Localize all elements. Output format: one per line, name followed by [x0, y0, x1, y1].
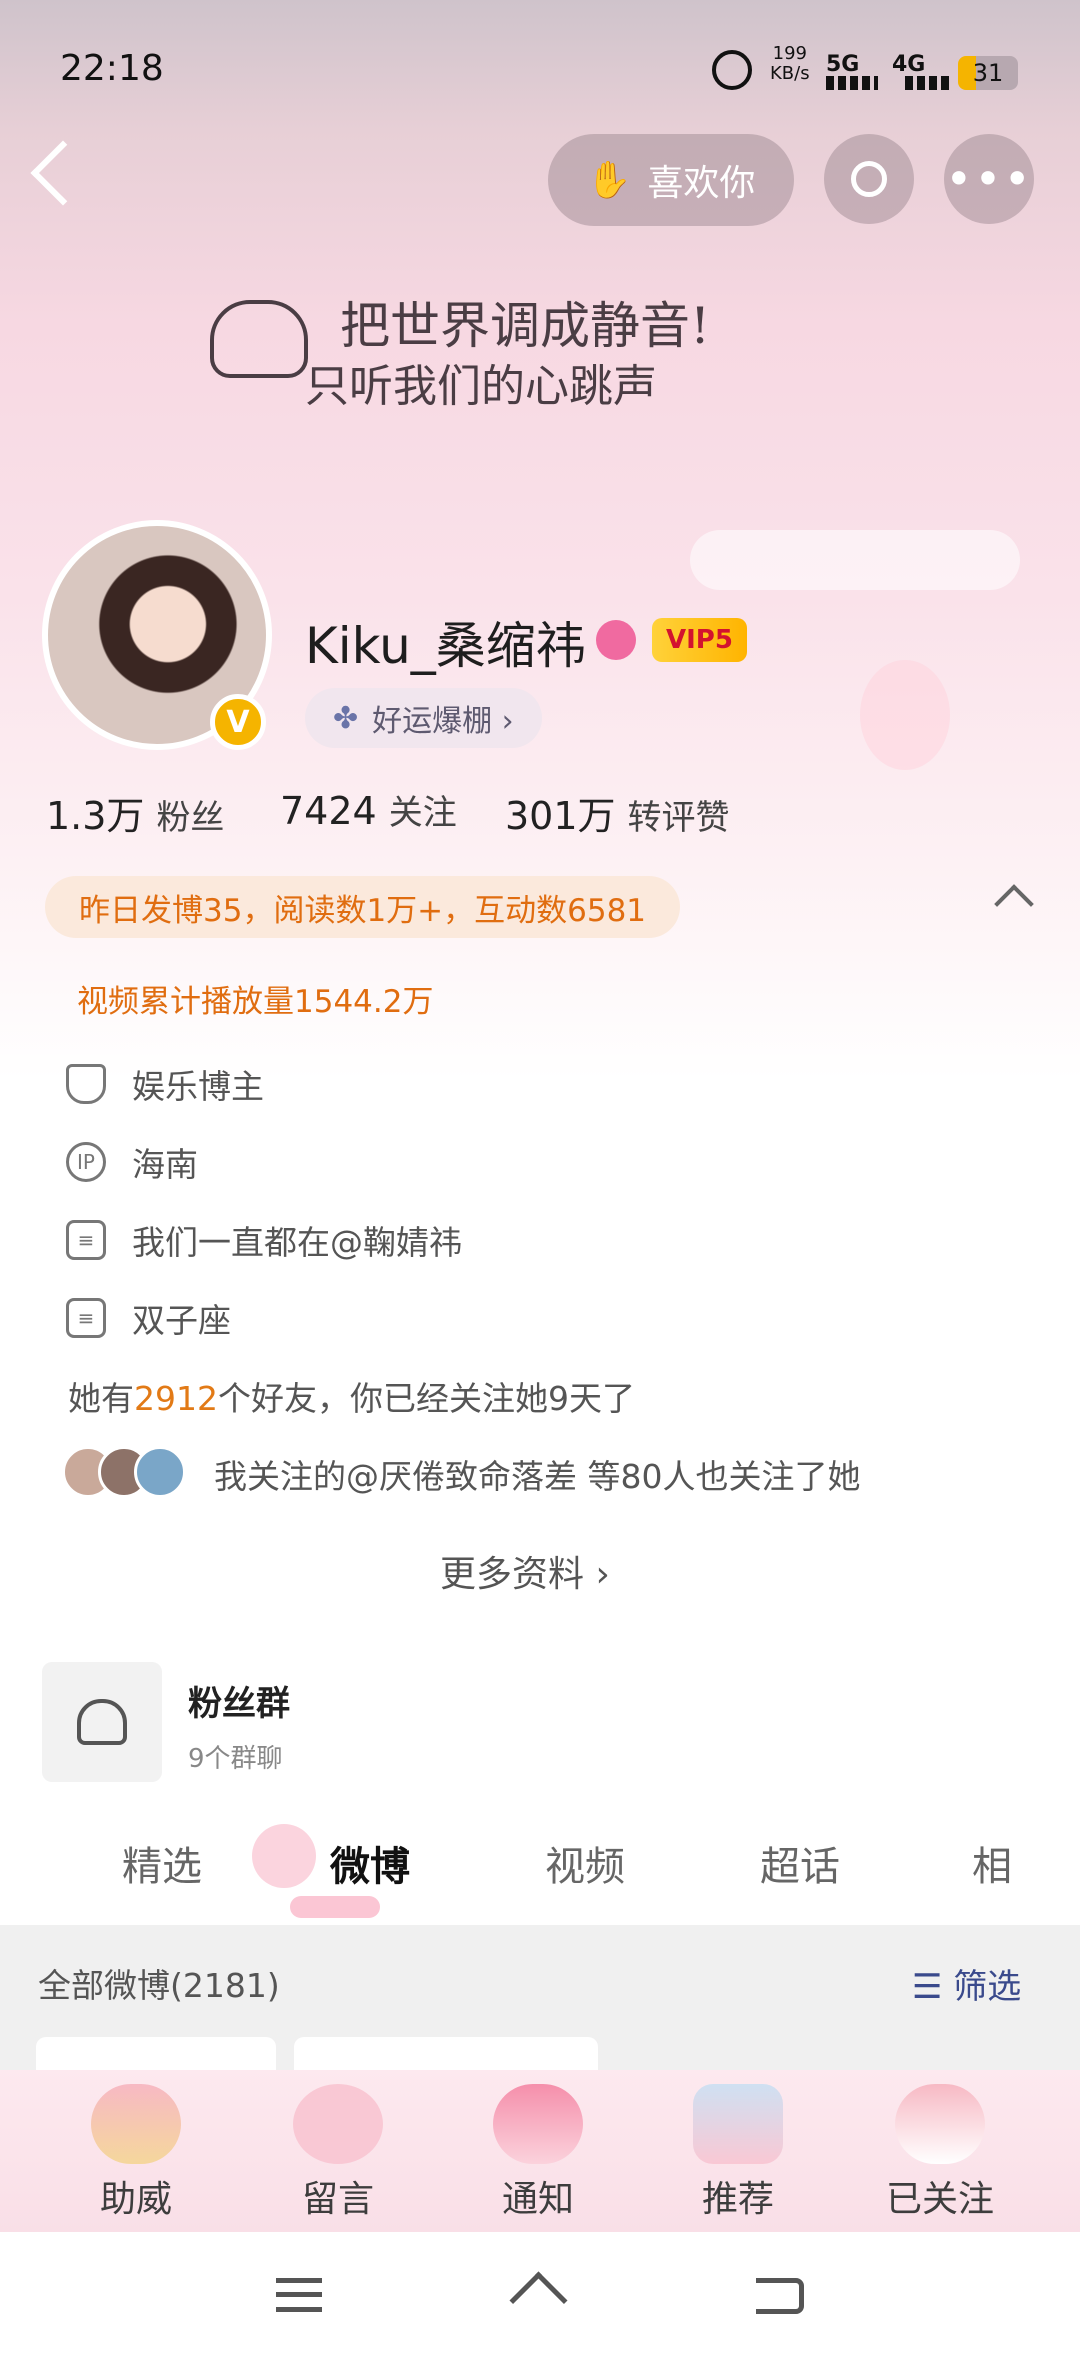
info-row-zodiac: ≡ 双子座 — [66, 1294, 231, 1342]
female-icon — [596, 620, 636, 660]
ip-icon: IP — [66, 1142, 106, 1182]
plate-icon — [293, 2084, 383, 2164]
roll-cake-icon — [895, 2084, 985, 2164]
info-row-bio: ≡ 我们一直都在@鞠婧祎 — [66, 1216, 462, 1264]
feed-header: 全部微博(2181) ☰ 筛选 — [0, 1925, 1080, 2077]
people-icon — [77, 1699, 127, 1745]
system-nav-bar — [0, 2232, 1080, 2358]
avatar — [134, 1446, 186, 1498]
clock: 22:18 — [60, 48, 164, 89]
banner-line-1: 把世界调成静音! — [340, 297, 711, 355]
more-button[interactable]: ••• — [944, 134, 1034, 224]
menu-icon[interactable] — [276, 2278, 322, 2312]
clover-icon: ✤ — [333, 700, 359, 736]
profile-name: Kiku_桑缩祎 — [305, 617, 586, 675]
search-button[interactable] — [824, 134, 914, 224]
balloon-decoration — [860, 660, 950, 770]
bottom-action-bar: 助威 留言 通知 推荐 已关注 — [0, 2070, 1080, 2232]
bottle-icon — [693, 2084, 783, 2164]
document-icon: ≡ — [66, 1220, 106, 1260]
friends-line: 她有2912个好友，你已经关注她9天了 — [68, 1379, 635, 1418]
home-icon[interactable] — [509, 2271, 567, 2330]
reposts-likes-stat[interactable]: 301万 转评赞 — [505, 785, 730, 840]
followers-stat[interactable]: 1.3万 粉丝 — [46, 785, 224, 840]
burger-icon — [91, 2084, 181, 2164]
decorative-stickers — [690, 530, 1020, 590]
info-row-ip: IP 海南 — [66, 1138, 198, 1186]
luck-badge[interactable]: ✤ 好运爆棚 › — [305, 688, 542, 748]
like-button[interactable]: ✋ 喜欢你 — [548, 134, 794, 226]
cake-sticker-icon — [252, 1824, 316, 1888]
hand-icon: ✋ — [586, 160, 632, 201]
fan-group-title[interactable]: 粉丝群 — [188, 1676, 290, 1725]
alarm-icon — [712, 50, 752, 90]
more-icon: ••• — [945, 152, 1033, 206]
video-plays: 视频累计播放量1544.2万 — [77, 984, 434, 1020]
info-row-role: 娱乐博主 — [66, 1060, 264, 1108]
net-speed: 199 KB/s — [770, 43, 810, 84]
followed-button[interactable]: 已关注 — [840, 2070, 1040, 2232]
signal-5g-icon: 5G — [826, 52, 860, 77]
signal-bars-icon — [826, 76, 878, 90]
yesterday-stats[interactable]: 昨日发博35，阅读数1万+，互动数6581 — [45, 876, 681, 938]
battery-icon: 31 — [958, 56, 1018, 90]
message-board-button[interactable]: 留言 — [238, 2070, 438, 2232]
fan-group-icon[interactable] — [42, 1662, 162, 1782]
calendar-icon: ≡ — [66, 1298, 106, 1338]
tab-weibo[interactable]: 微博 — [330, 1834, 410, 1892]
tab-featured[interactable]: 精选 — [122, 1834, 202, 1892]
tab-photos[interactable]: 相 — [972, 1834, 1012, 1892]
notify-button[interactable]: 通知 — [438, 2070, 638, 2232]
all-posts-label[interactable]: 全部微博(2181) — [38, 1959, 280, 2007]
cupcake-icon — [493, 2084, 583, 2164]
signal-bars-icon — [905, 76, 949, 90]
tab-super-topic[interactable]: 超话 — [760, 1834, 840, 1892]
back-nav-icon[interactable] — [756, 2278, 804, 2314]
filter-icon: ☰ — [912, 1967, 943, 2007]
profile-tabs: 精选 微博 视频 超话 相 — [0, 1820, 1080, 1920]
mutual-follow-text[interactable]: 我关注的@厌倦致命落差 等80人也关注了她 — [214, 1450, 860, 1498]
filter-button[interactable]: ☰ 筛选 — [912, 1959, 1021, 2008]
verified-badge: V — [210, 694, 266, 750]
vip-badge[interactable]: VIP5 — [652, 618, 747, 662]
hearts-indicator — [290, 1896, 380, 1918]
tab-video[interactable]: 视频 — [545, 1834, 625, 1892]
search-icon — [851, 161, 887, 197]
banner-line-2: 只听我们的心跳声 — [305, 361, 657, 412]
recommend-button[interactable]: 推荐 — [638, 2070, 838, 2232]
signal-4g-icon: 4G — [892, 52, 926, 77]
shield-icon — [66, 1064, 106, 1104]
cheer-button[interactable]: 助威 — [36, 2070, 236, 2232]
more-info-link[interactable]: 更多资料 › — [440, 1545, 610, 1597]
mutual-avatars[interactable] — [62, 1446, 186, 1498]
frog-doodle-icon — [210, 300, 308, 378]
fan-group-subtitle: 9个群聊 — [188, 1744, 283, 1774]
status-bar: 22:18 199 KB/s 5G 4G 31 — [0, 0, 1080, 120]
following-stat[interactable]: 7424 关注 — [280, 785, 457, 834]
